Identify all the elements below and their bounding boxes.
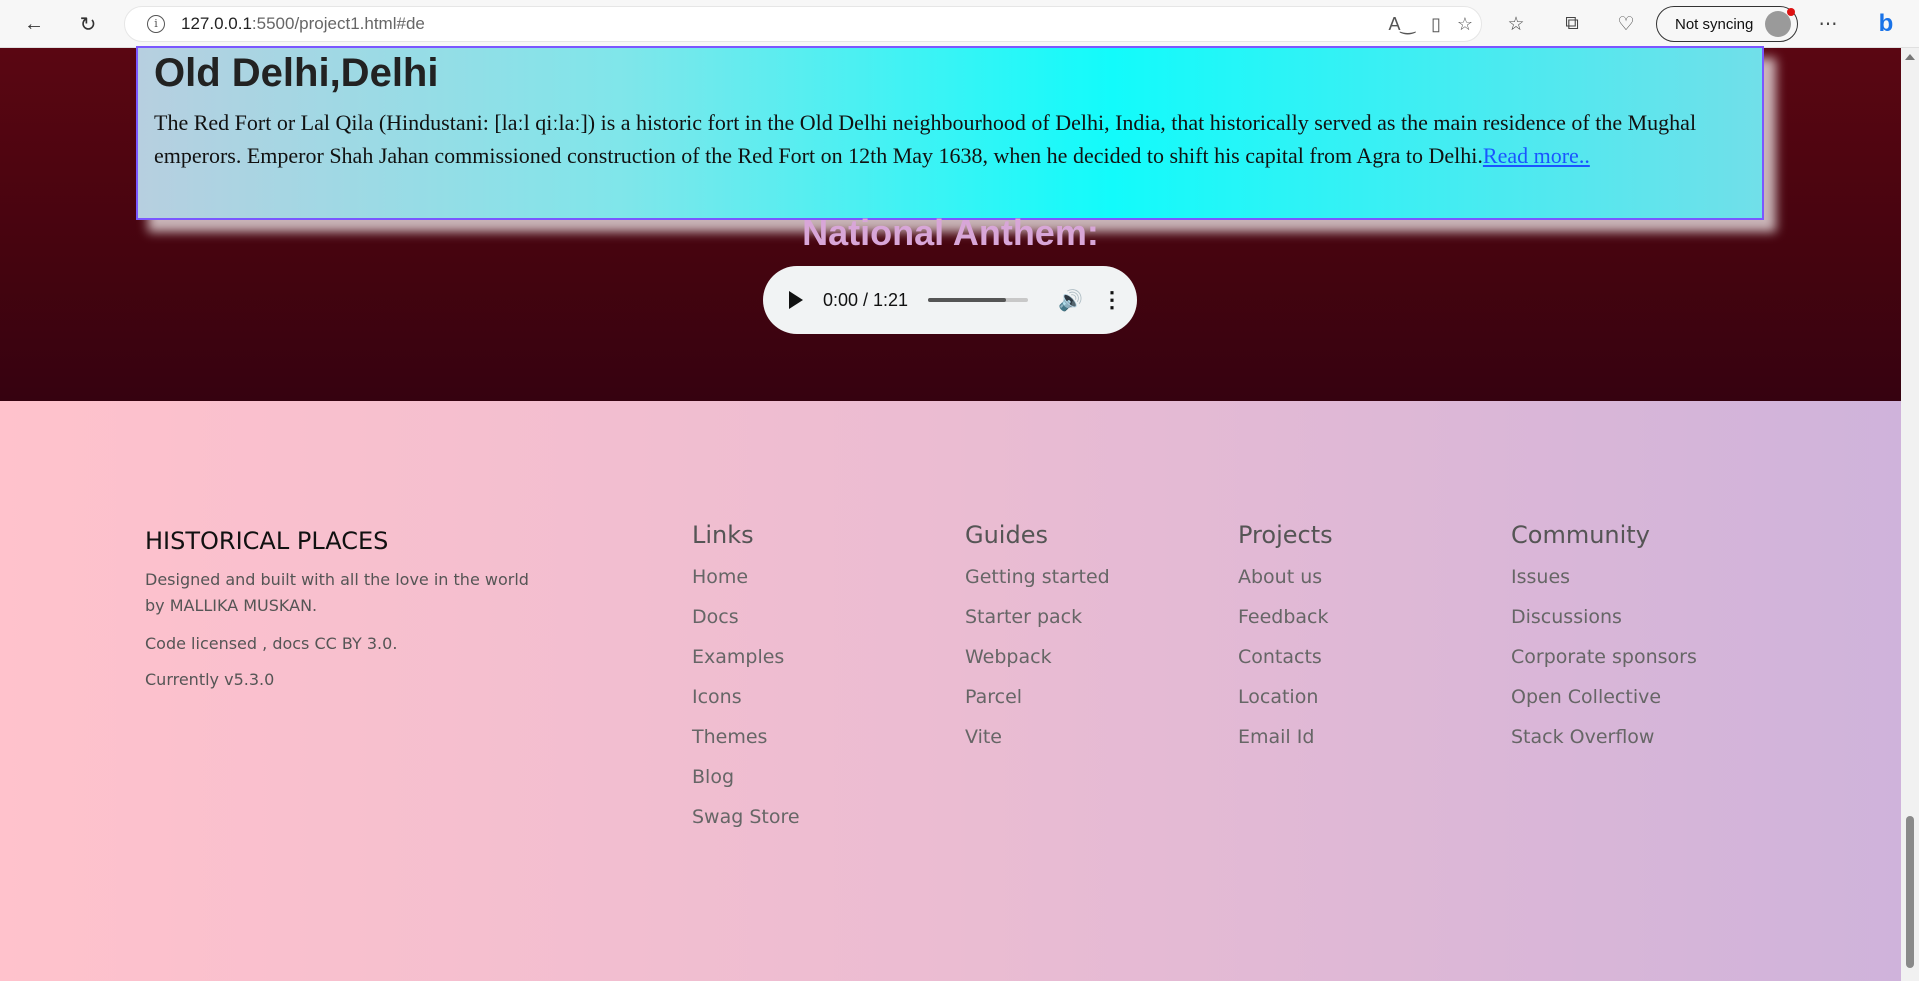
read-aloud-icon[interactable]: A‿ — [1388, 14, 1414, 35]
footer-link[interactable]: Issues — [1511, 557, 1697, 597]
collections-icon[interactable]: ⧉ — [1558, 10, 1586, 38]
sync-label: Not syncing — [1675, 15, 1754, 33]
avatar — [1765, 11, 1791, 37]
bing-chat-icon[interactable]: b — [1866, 6, 1906, 42]
footer-link[interactable]: Home — [692, 557, 800, 597]
immersive-reader-icon[interactable]: ▯ — [1431, 14, 1441, 35]
footer-link[interactable]: Vite — [965, 717, 1110, 757]
audio-progress-fill — [928, 298, 1007, 302]
footer-col-projects: Projects About us Feedback Contacts Loca… — [1238, 521, 1333, 757]
profile-sync-button[interactable]: Not syncing — [1656, 6, 1798, 42]
footer-link[interactable]: About us — [1238, 557, 1333, 597]
play-icon[interactable] — [789, 291, 803, 309]
footer-link[interactable]: Corporate sponsors — [1511, 637, 1697, 677]
footer-link[interactable]: Themes — [692, 717, 800, 757]
place-card: Old Delhi,Delhi The Red Fort or Lal Qila… — [136, 46, 1764, 220]
footer-col-guides: Guides Getting started Starter pack Webp… — [965, 521, 1110, 757]
read-more-link[interactable]: Read more.. — [1483, 143, 1590, 168]
footer-link[interactable]: Getting started — [965, 557, 1110, 597]
footer: HISTORICAL PLACES Designed and built wit… — [0, 401, 1901, 981]
footer-link[interactable]: Starter pack — [965, 597, 1110, 637]
col-title: Guides — [965, 521, 1048, 549]
footer-link[interactable]: Open Collective — [1511, 677, 1697, 717]
footer-link[interactable]: Email Id — [1238, 717, 1333, 757]
more-options-icon[interactable]: ⋮ — [1101, 287, 1123, 313]
footer-col-links: Links Home Docs Examples Icons Themes Bl… — [692, 521, 800, 837]
footer-col-community: Community Issues Discussions Corporate s… — [1511, 521, 1697, 757]
url-host: 127.0.0.1 — [181, 14, 252, 33]
page-scrollbar[interactable] — [1901, 48, 1919, 981]
footer-link[interactable]: Feedback — [1238, 597, 1333, 637]
footer-license: Code licensed , docs CC BY 3.0. — [145, 634, 398, 653]
footer-link[interactable]: Stack Overflow — [1511, 717, 1697, 757]
col-title: Community — [1511, 521, 1650, 549]
place-title: Old Delhi,Delhi — [154, 51, 439, 95]
audio-seek-slider[interactable] — [928, 298, 1029, 302]
browser-toolbar: ← ↻ i 127.0.0.1:5500/project1.html#de A‿… — [0, 0, 1919, 48]
footer-link[interactable]: Docs — [692, 597, 800, 637]
footer-link[interactable]: Contacts — [1238, 637, 1333, 677]
sync-alert-dot — [1787, 8, 1795, 16]
footer-link[interactable]: Location — [1238, 677, 1333, 717]
footer-brand: HISTORICAL PLACES — [145, 527, 389, 555]
audio-player: 0:00 / 1:21 🔊 ⋮ — [763, 266, 1137, 334]
footer-tagline: Designed and built with all the love in … — [145, 570, 529, 615]
col-title: Links — [692, 521, 754, 549]
reload-icon[interactable]: ↻ — [72, 8, 104, 40]
place-description: The Red Fort or Lal Qila (Hindustani: [l… — [154, 106, 1746, 172]
url-path: :5500/project1.html#de — [251, 14, 425, 33]
anthem-heading: National Anthem: — [802, 212, 1099, 253]
site-info-icon[interactable]: i — [147, 15, 165, 33]
url-text: 127.0.0.1:5500/project1.html#de — [181, 14, 425, 34]
volume-icon[interactable]: 🔊 — [1058, 288, 1083, 313]
favorite-star-icon[interactable]: ☆ — [1457, 14, 1473, 35]
col-title: Projects — [1238, 521, 1333, 549]
footer-link[interactable]: Parcel — [965, 677, 1110, 717]
scroll-up-icon[interactable] — [1905, 54, 1915, 60]
footer-link[interactable]: Webpack — [965, 637, 1110, 677]
favorites-icon[interactable]: ☆ — [1502, 10, 1530, 38]
address-bar[interactable]: i 127.0.0.1:5500/project1.html#de A‿ ▯ ☆ — [124, 6, 1482, 42]
footer-link[interactable]: Discussions — [1511, 597, 1697, 637]
description-text: The Red Fort or Lal Qila (Hindustani: [l… — [154, 110, 1697, 168]
scrollbar-thumb[interactable] — [1906, 816, 1914, 968]
browser-essentials-icon[interactable]: ♡ — [1612, 10, 1640, 38]
back-arrow-icon[interactable]: ← — [18, 8, 50, 40]
footer-link[interactable]: Examples — [692, 637, 800, 677]
hero-section: Old Delhi,Delhi The Red Fort or Lal Qila… — [0, 46, 1901, 401]
audio-time: 0:00 / 1:21 — [823, 289, 909, 310]
footer-link[interactable]: Swag Store — [692, 797, 800, 837]
footer-version: Currently v5.3.0 — [145, 670, 275, 689]
footer-link[interactable]: Icons — [692, 677, 800, 717]
more-menu-icon[interactable]: ⋯ — [1814, 10, 1842, 38]
footer-link[interactable]: Blog — [692, 757, 800, 797]
